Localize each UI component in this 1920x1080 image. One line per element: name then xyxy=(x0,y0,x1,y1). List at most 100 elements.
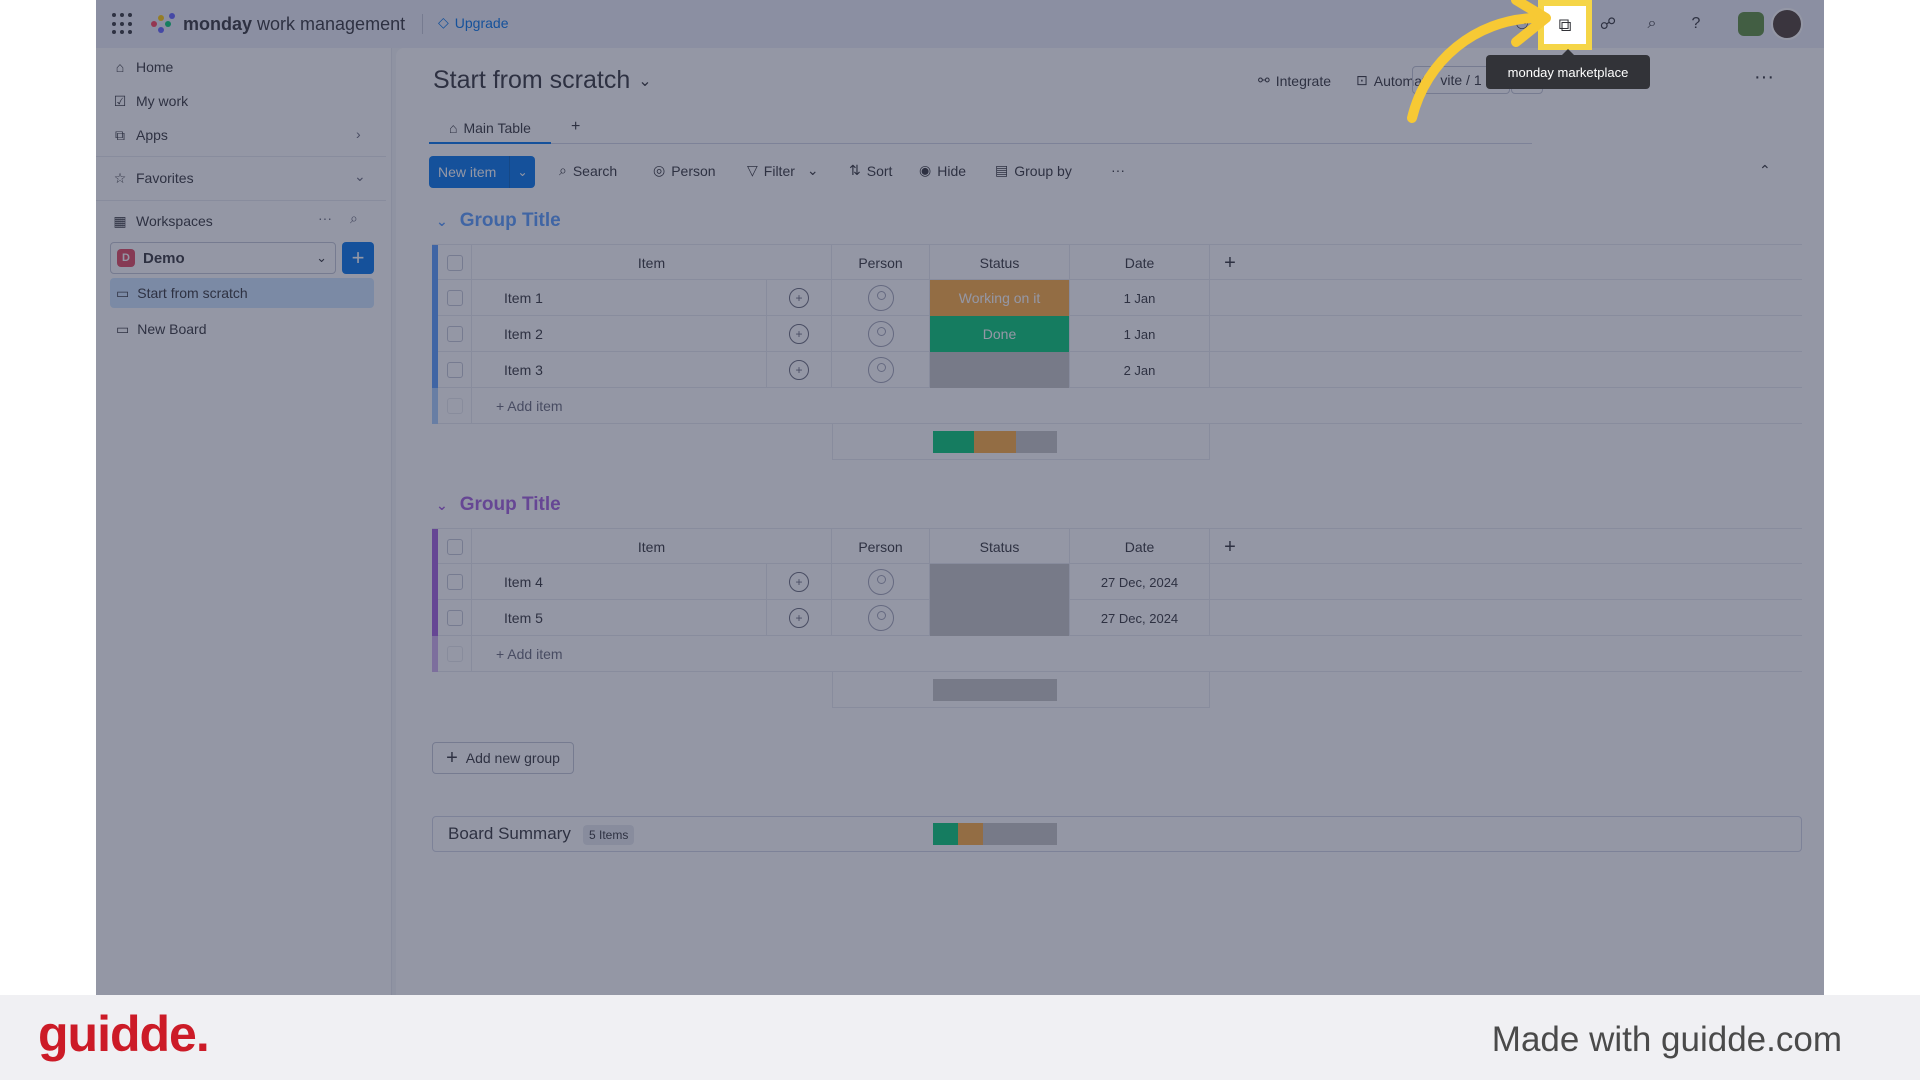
person-cell[interactable] xyxy=(832,600,930,636)
item-name[interactable]: Item 1 xyxy=(472,280,767,316)
group-by-button[interactable]: ▤ Group by xyxy=(995,162,1072,179)
status-summary-bar[interactable] xyxy=(933,431,1057,453)
date-cell[interactable]: 1 Jan xyxy=(1070,316,1210,352)
home-icon: ⌂ xyxy=(449,120,458,136)
brand-logo[interactable]: monday work management xyxy=(151,12,405,36)
hide-label: Hide xyxy=(937,162,967,179)
upgrade-button[interactable]: ◇ Upgrade xyxy=(438,14,508,31)
row-checkbox[interactable] xyxy=(438,352,472,388)
chevron-right-icon[interactable]: › xyxy=(356,126,361,142)
add-update-icon[interactable]: + xyxy=(767,316,832,352)
column-header-person[interactable]: Person xyxy=(832,529,930,565)
person-cell[interactable] xyxy=(832,352,930,388)
collapse-toolbar-icon[interactable]: ⌃ xyxy=(1759,162,1771,179)
more-options-icon[interactable]: ··· xyxy=(318,210,332,226)
board-title[interactable]: Start from scratch ⌄ xyxy=(433,66,652,95)
board-summary-title: Board Summary xyxy=(448,824,571,843)
user-avatar[interactable] xyxy=(1771,8,1803,40)
sidebar-board-new-board[interactable]: ▭ New Board xyxy=(110,314,374,344)
person-cell[interactable] xyxy=(832,280,930,316)
date-cell[interactable]: 27 Dec, 2024 xyxy=(1070,564,1210,600)
column-header-date[interactable]: Date xyxy=(1070,529,1210,565)
help-icon[interactable]: ? xyxy=(1682,10,1710,38)
item-name[interactable]: Item 3 xyxy=(472,352,767,388)
sidebar-item-home[interactable]: ⌂ Home xyxy=(112,54,174,80)
tab-main-table[interactable]: ⌂ Main Table xyxy=(429,114,551,144)
status-cell[interactable] xyxy=(930,352,1070,388)
column-header-date[interactable]: Date xyxy=(1070,245,1210,281)
date-cell[interactable]: 2 Jan xyxy=(1070,352,1210,388)
item-name[interactable]: Item 5 xyxy=(472,600,767,636)
add-column-icon[interactable]: + xyxy=(1210,529,1250,565)
table-row[interactable]: Item 4 + 27 Dec, 2024 xyxy=(432,564,1802,600)
status-cell[interactable] xyxy=(930,564,1070,600)
status-cell[interactable] xyxy=(930,600,1070,636)
row-checkbox[interactable] xyxy=(438,280,472,316)
column-header-status[interactable]: Status xyxy=(930,529,1070,565)
add-column-icon[interactable]: + xyxy=(1210,245,1250,281)
sidebar-board-start-from-scratch[interactable]: ▭ Start from scratch xyxy=(110,278,374,308)
organization-icon[interactable] xyxy=(1738,12,1764,36)
hide-button[interactable]: ◉ Hide xyxy=(919,162,966,179)
row-checkbox[interactable] xyxy=(438,564,472,600)
integrate-button[interactable]: ⚯ Integrate xyxy=(1258,72,1331,89)
sidebar-item-apps[interactable]: ⧉ Apps xyxy=(112,122,168,148)
table-row[interactable]: Item 2 + Done 1 Jan xyxy=(432,316,1802,352)
date-cell[interactable]: 27 Dec, 2024 xyxy=(1070,600,1210,636)
item-name[interactable]: Item 2 xyxy=(472,316,767,352)
select-all-checkbox[interactable] xyxy=(438,245,472,281)
group-title-1[interactable]: ⌄ Group Title xyxy=(436,210,561,232)
add-to-workspace-button[interactable]: + xyxy=(342,242,374,274)
date-cell[interactable]: 1 Jan xyxy=(1070,280,1210,316)
filter-button[interactable]: ▽ Filter ⌄ xyxy=(747,162,819,179)
guidde-logo: guidde. xyxy=(38,1006,210,1062)
table-row[interactable]: Item 1 + Working on it 1 Jan xyxy=(432,280,1802,316)
add-update-icon[interactable]: + xyxy=(767,352,832,388)
workspace-selector[interactable]: D Demo ⌄ xyxy=(110,242,336,274)
add-new-group-button[interactable]: + Add new group xyxy=(432,742,574,774)
toolbar-more-icon[interactable]: ··· xyxy=(1111,162,1125,178)
column-header-person[interactable]: Person xyxy=(832,245,930,281)
add-update-icon[interactable]: + xyxy=(767,600,832,636)
item-name[interactable]: Item 4 xyxy=(472,564,767,600)
search-button[interactable]: ⌕ Search xyxy=(559,162,617,179)
row-checkbox[interactable] xyxy=(438,316,472,352)
search-workspaces-icon[interactable]: ⌕ xyxy=(350,210,358,227)
add-update-icon[interactable]: + xyxy=(767,564,832,600)
add-view-icon[interactable]: + xyxy=(571,118,580,136)
column-header-status[interactable]: Status xyxy=(930,245,1070,281)
column-header-item[interactable]: Item xyxy=(472,245,832,281)
sidebar-item-workspaces[interactable]: ▦ Workspaces xyxy=(112,208,212,234)
row-checkbox[interactable] xyxy=(438,600,472,636)
board-status-summary-bar[interactable] xyxy=(933,823,1057,845)
add-update-icon[interactable]: + xyxy=(767,280,832,316)
chevron-down-icon[interactable]: ⌄ xyxy=(509,156,535,188)
new-item-button[interactable]: New item ⌄ xyxy=(429,156,535,188)
table-row[interactable]: Item 5 + 27 Dec, 2024 xyxy=(432,600,1802,636)
app-switcher-icon[interactable] xyxy=(112,13,134,35)
sort-button[interactable]: ⇅ Sort xyxy=(849,162,892,179)
column-header-item[interactable]: Item xyxy=(472,529,832,565)
sidebar-item-my-work[interactable]: ☑ My work xyxy=(112,88,188,114)
search-icon[interactable]: ⌕ xyxy=(1638,10,1666,38)
select-all-checkbox[interactable] xyxy=(438,529,472,565)
new-item-label: New item xyxy=(438,164,497,180)
chevron-down-icon: ⌄ xyxy=(638,72,652,90)
status-cell[interactable]: Working on it xyxy=(930,280,1070,316)
board-more-icon[interactable]: ··· xyxy=(1754,66,1774,89)
table-row[interactable]: Item 3 + 2 Jan xyxy=(432,352,1802,388)
person-filter-button[interactable]: ◎ Person xyxy=(653,162,716,179)
status-cell[interactable]: Done xyxy=(930,316,1070,352)
add-item-row[interactable]: + Add item xyxy=(432,388,1802,424)
add-item-input[interactable]: + Add item xyxy=(472,388,1802,424)
board-label: Start from scratch xyxy=(137,285,248,301)
person-cell[interactable] xyxy=(832,564,930,600)
person-cell[interactable] xyxy=(832,316,930,352)
add-item-input[interactable]: + Add item xyxy=(472,636,1802,672)
chevron-down-icon[interactable]: ⌄ xyxy=(354,168,366,185)
sidebar-item-favorites[interactable]: ☆ Favorites xyxy=(112,165,194,191)
status-summary-bar[interactable] xyxy=(933,679,1057,701)
add-item-row[interactable]: + Add item xyxy=(432,636,1802,672)
teams-icon[interactable]: ☍ xyxy=(1594,10,1622,38)
group-title-2[interactable]: ⌄ Group Title xyxy=(436,494,561,516)
